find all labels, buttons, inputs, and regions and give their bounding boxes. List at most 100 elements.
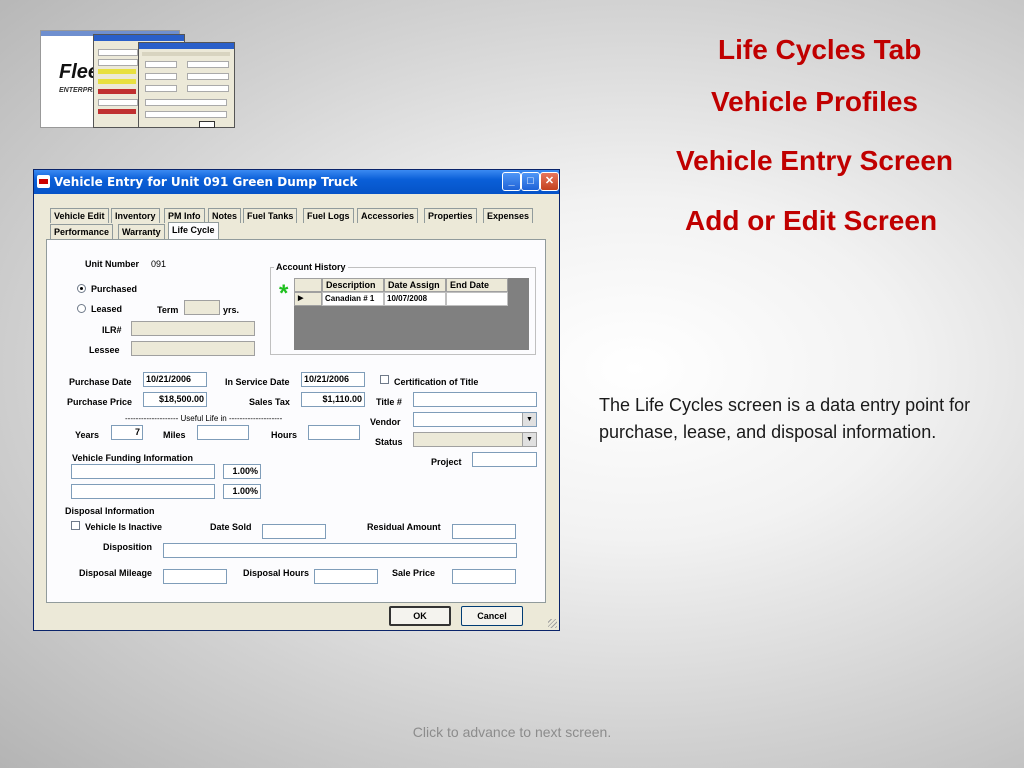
inactive-label: Vehicle Is Inactive bbox=[85, 522, 163, 532]
tab-fuel-logs[interactable]: Fuel Logs bbox=[303, 208, 354, 223]
title-number-field[interactable] bbox=[413, 392, 537, 407]
window-title: Vehicle Entry for Unit 091 Green Dump Tr… bbox=[54, 175, 358, 189]
funding-source-1[interactable] bbox=[71, 464, 215, 479]
residual-amount-label: Residual Amount bbox=[367, 522, 441, 532]
lessee-label: Lessee bbox=[89, 345, 120, 355]
purchase-date-field[interactable]: 10/21/2006 bbox=[143, 372, 207, 387]
disposal-mileage-label: Disposal Mileage bbox=[79, 568, 153, 578]
in-service-date-field[interactable]: 10/21/2006 bbox=[301, 372, 365, 387]
project-label: Project bbox=[431, 457, 462, 467]
minimize-button[interactable]: _ bbox=[502, 172, 521, 191]
cell-description[interactable]: Canadian # 1 bbox=[322, 292, 384, 306]
tab-expenses[interactable]: Expenses bbox=[483, 208, 534, 223]
funding-source-2[interactable] bbox=[71, 484, 215, 499]
grid-corner bbox=[294, 278, 322, 292]
cell-date-assign[interactable]: 10/07/2008 bbox=[384, 292, 446, 306]
tab-warranty[interactable]: Warranty bbox=[118, 224, 165, 239]
disposal-info-label: Disposal Information bbox=[65, 506, 155, 516]
disposition-field[interactable] bbox=[163, 543, 517, 558]
leased-radio[interactable] bbox=[77, 304, 86, 313]
useful-life-label: -------------------- Useful Life in ----… bbox=[125, 414, 283, 423]
heading-vehicle-entry-screen: Vehicle Entry Screen bbox=[676, 145, 954, 176]
tab-inventory[interactable]: Inventory bbox=[111, 208, 160, 223]
lessee-field[interactable] bbox=[131, 341, 255, 356]
status-select[interactable]: ▼ bbox=[413, 432, 537, 447]
tab-performance[interactable]: Performance bbox=[50, 224, 114, 239]
unit-number-value: 091 bbox=[151, 259, 167, 269]
yrs-label: yrs. bbox=[223, 305, 240, 315]
slide-description: The Life Cycles screen is a data entry p… bbox=[599, 395, 971, 442]
tab-properties[interactable]: Properties bbox=[424, 208, 477, 223]
funding-label: Vehicle Funding Information bbox=[72, 453, 194, 463]
residual-amount-field[interactable] bbox=[452, 524, 516, 539]
purchase-price-field[interactable]: $18,500.00 bbox=[143, 392, 207, 407]
tab-notes[interactable]: Notes bbox=[208, 208, 242, 223]
column-description[interactable]: Description bbox=[322, 278, 384, 292]
sales-tax-field[interactable]: $1,110.00 bbox=[301, 392, 365, 407]
project-field[interactable] bbox=[472, 452, 537, 467]
column-end-date[interactable]: End Date bbox=[446, 278, 508, 292]
ok-button[interactable]: OK bbox=[389, 606, 451, 626]
column-date-assign[interactable]: Date Assign bbox=[384, 278, 446, 292]
date-sold-label: Date Sold bbox=[210, 522, 252, 532]
status-label: Status bbox=[375, 437, 403, 447]
funding-percent-2[interactable]: 1.00% bbox=[223, 484, 261, 499]
window-titlebar[interactable]: Vehicle Entry for Unit 091 Green Dump Tr… bbox=[34, 170, 559, 194]
row-selector-icon[interactable]: ▶ bbox=[294, 292, 322, 306]
hours-field[interactable] bbox=[308, 425, 360, 440]
chevron-down-icon[interactable]: ▼ bbox=[522, 413, 536, 426]
years-label: Years bbox=[75, 430, 100, 440]
heading-vehicle-profiles: Vehicle Profiles bbox=[711, 86, 918, 117]
disposition-label: Disposition bbox=[103, 542, 152, 552]
term-label: Term bbox=[157, 305, 179, 315]
tab-accessories[interactable]: Accessories bbox=[357, 208, 419, 223]
tab-pm-info[interactable]: PM Info bbox=[164, 208, 205, 223]
disposal-mileage-field[interactable] bbox=[163, 569, 227, 584]
tab-vehicle-edit[interactable]: Vehicle Edit bbox=[50, 208, 109, 223]
vendor-select[interactable]: ▼ bbox=[413, 412, 537, 427]
app-icon bbox=[37, 175, 50, 188]
tab-fuel-tanks[interactable]: Fuel Tanks bbox=[243, 208, 298, 223]
sales-tax-label: Sales Tax bbox=[249, 397, 290, 407]
account-history-grid[interactable]: Description Date Assign End Date ▶ Canad… bbox=[294, 278, 529, 350]
purchase-price-label: Purchase Price bbox=[67, 397, 133, 407]
miles-field[interactable] bbox=[197, 425, 249, 440]
certification-label: Certification of Title bbox=[394, 377, 479, 387]
ilr-field[interactable] bbox=[131, 321, 255, 336]
term-field[interactable] bbox=[184, 300, 220, 315]
date-sold-field[interactable] bbox=[262, 524, 326, 539]
disposal-hours-field[interactable] bbox=[314, 569, 378, 584]
hours-label: Hours bbox=[271, 430, 298, 440]
in-service-date-label: In Service Date bbox=[225, 377, 290, 387]
miles-label: Miles bbox=[163, 430, 186, 440]
purchased-radio[interactable] bbox=[77, 284, 86, 293]
life-cycle-panel: Unit Number 091 Purchased Leased Term yr… bbox=[46, 239, 546, 603]
slide-footer: Click to advance to next screen. bbox=[412, 724, 612, 740]
years-field[interactable]: 7 bbox=[111, 425, 143, 440]
certification-checkbox[interactable] bbox=[380, 375, 389, 384]
cancel-button[interactable]: Cancel bbox=[461, 606, 523, 626]
chevron-down-icon[interactable]: ▼ bbox=[522, 433, 536, 446]
heading-add-or-edit-screen: Add or Edit Screen bbox=[685, 205, 938, 236]
cell-end-date[interactable] bbox=[446, 292, 508, 306]
funding-percent-1[interactable]: 1.00% bbox=[223, 464, 261, 479]
heading-life-cycles-tab: Life Cycles Tab bbox=[718, 34, 922, 65]
ilr-label: ILR# bbox=[102, 325, 122, 335]
close-button[interactable]: ✕ bbox=[540, 172, 559, 191]
sale-price-field[interactable] bbox=[452, 569, 516, 584]
vendor-label: Vendor bbox=[370, 417, 401, 427]
title-number-label: Title # bbox=[376, 397, 402, 407]
unit-number-label: Unit Number bbox=[85, 259, 139, 269]
purchase-date-label: Purchase Date bbox=[69, 377, 132, 387]
resize-grip-icon[interactable] bbox=[548, 619, 557, 628]
disposal-hours-label: Disposal Hours bbox=[243, 568, 310, 578]
inactive-checkbox[interactable] bbox=[71, 521, 80, 530]
maximize-button[interactable]: □ bbox=[521, 172, 540, 191]
screenshot-thumbnail: Flee ENTERPRIS bbox=[40, 24, 235, 128]
purchased-label: Purchased bbox=[91, 284, 138, 294]
vehicle-entry-window: Vehicle Entry for Unit 091 Green Dump Tr… bbox=[33, 169, 560, 631]
tab-life-cycle[interactable]: Life Cycle bbox=[168, 222, 219, 239]
account-history-title: Account History bbox=[274, 262, 348, 272]
new-record-marker: * bbox=[279, 280, 289, 307]
sale-price-label: Sale Price bbox=[392, 568, 436, 578]
